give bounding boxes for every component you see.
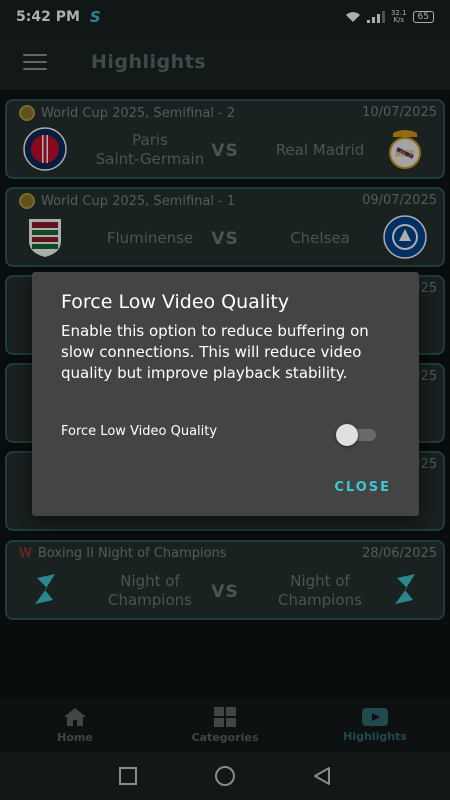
- toggle-thumb: [336, 424, 358, 446]
- dialog-message: Enable this option to reduce buffering o…: [61, 322, 369, 382]
- low-quality-toggle[interactable]: [336, 424, 376, 446]
- dialog-title: Force Low Video Quality: [61, 291, 290, 313]
- toggle-label: Force Low Video Quality: [61, 424, 218, 439]
- video-quality-dialog: Force Low Video Quality Enable this opti…: [32, 272, 419, 516]
- close-button[interactable]: CLOSE: [334, 480, 391, 495]
